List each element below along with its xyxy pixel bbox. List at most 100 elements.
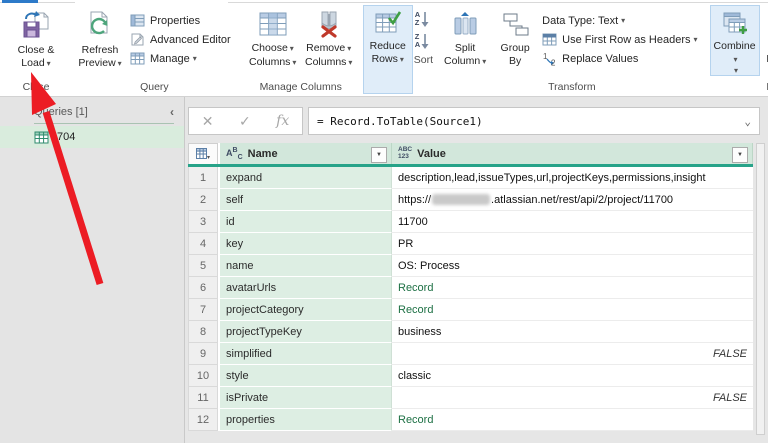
value-cell[interactable]: classic — [392, 365, 753, 387]
refresh-icon — [85, 10, 115, 40]
advanced-editor-button[interactable]: Advanced Editor — [128, 30, 237, 49]
name-cell[interactable]: self — [220, 189, 392, 211]
row-number-cell[interactable]: 7 — [188, 299, 218, 321]
reduce-rows-button[interactable]: Reduce Rows — [362, 5, 413, 94]
row-number-cell[interactable]: 6 — [188, 277, 218, 299]
row-number-cell[interactable]: 5 — [188, 255, 218, 277]
close-and-load-label-2: Load — [21, 57, 50, 69]
expand-formula-bar-icon[interactable]: ⌄ — [744, 115, 751, 128]
remove-columns-button[interactable]: Remove Columns — [301, 5, 357, 80]
column-header-name-label: Name — [247, 147, 278, 160]
row-number-cell[interactable]: 4 — [188, 233, 218, 255]
record-link[interactable]: Record — [398, 282, 433, 294]
table-row: 1 expand description,lead,issueTypes,url,p… — [188, 167, 753, 189]
properties-label: Properties — [150, 14, 201, 27]
vertical-scrollbar[interactable] — [756, 143, 765, 435]
sort-descending-button[interactable]: ZA — [415, 31, 430, 51]
choose-columns-button[interactable]: Choose Columns — [245, 5, 301, 80]
value-cell[interactable]: Record — [392, 299, 753, 321]
refresh-label-2: Preview — [78, 57, 121, 69]
first-row-headers-icon — [542, 33, 558, 46]
choose-columns-icon — [258, 10, 288, 38]
split-column-button[interactable]: Split Column — [440, 5, 490, 80]
name-cell[interactable]: avatarUrls — [220, 277, 392, 299]
column-header-value[interactable]: ABC 123 Value ▼ — [392, 143, 753, 164]
refresh-preview-button[interactable]: Refresh Preview — [72, 5, 128, 80]
sort-ascending-button[interactable]: AZ — [415, 9, 430, 29]
data-preview-table: ABC Name ▼ ABC 123 Value ▼ 1 expand descrip… — [188, 143, 753, 431]
name-cell[interactable]: simplified — [220, 343, 392, 365]
combine-label: Combine — [713, 40, 756, 52]
properties-button[interactable]: Properties — [128, 11, 237, 30]
table-select-all-button[interactable] — [188, 143, 218, 164]
value-cell[interactable]: FALSE — [392, 343, 753, 365]
data-type-label: Data Type: Text — [542, 14, 619, 27]
value-cell[interactable]: https://.atlassian.net/rest/api/2/projec… — [392, 189, 753, 211]
filter-dropdown-icon[interactable]: ▼ — [371, 147, 387, 163]
table-row: 4 key PR — [188, 233, 753, 255]
table-row: 5 name OS: Process — [188, 255, 753, 277]
name-cell[interactable]: properties — [220, 409, 392, 431]
use-first-row-as-headers-button[interactable]: Use First Row as Headers — [540, 30, 703, 49]
table-row: 7 projectCategory Record — [188, 299, 753, 321]
table-row: 10 style classic — [188, 365, 753, 387]
group-label-manage-columns: Manage Columns — [259, 81, 342, 93]
row-number-cell[interactable]: 1 — [188, 167, 218, 189]
query-list-item[interactable]: 704 — [0, 126, 184, 148]
record-link[interactable]: Record — [398, 414, 433, 426]
value-cell[interactable]: FALSE — [392, 387, 753, 409]
column-header-name[interactable]: ABC Name ▼ — [220, 143, 392, 164]
row-number-cell[interactable]: 8 — [188, 321, 218, 343]
ribbon-group-parameters: Manage Parameters Parameters — [762, 5, 768, 96]
query-name: 704 — [57, 131, 76, 143]
row-number-cell[interactable]: 10 — [188, 365, 218, 387]
name-cell[interactable]: isPrivate — [220, 387, 392, 409]
value-cell[interactable]: 11700 — [392, 211, 753, 233]
name-cell[interactable]: style — [220, 365, 392, 387]
group-by-button[interactable]: Group By — [490, 5, 540, 80]
value-cell[interactable]: description,lead,issueTypes,url,projectK… — [392, 167, 753, 189]
ribbon-group-query: Refresh Preview Properties — [68, 5, 241, 96]
commit-icon[interactable]: ✓ — [239, 113, 251, 130]
replace-values-button[interactable]: 1 2 Replace Values — [540, 49, 703, 68]
replace-values-icon: 1 2 — [542, 52, 558, 66]
file-tab-indicator[interactable] — [2, 0, 38, 3]
row-number-cell[interactable]: 12 — [188, 409, 218, 431]
ribbon: Close & Load Close — [0, 3, 768, 97]
fx-icon[interactable]: fx — [276, 113, 289, 129]
name-cell[interactable]: projectTypeKey — [220, 321, 392, 343]
name-cell[interactable]: expand — [220, 167, 392, 189]
name-cell[interactable]: key — [220, 233, 392, 255]
value-cell[interactable]: PR — [392, 233, 753, 255]
value-cell[interactable]: Record — [392, 409, 753, 431]
row-number-cell[interactable]: 9 — [188, 343, 218, 365]
group-by-label-2: By — [509, 54, 522, 67]
cancel-icon[interactable]: ✕ — [202, 113, 214, 130]
table-row: 8 projectTypeKey business — [188, 321, 753, 343]
value-cell[interactable]: OS: Process — [392, 255, 753, 277]
collapse-pane-icon[interactable]: ‹ — [170, 105, 174, 119]
formula-input[interactable]: = Record.ToTable(Source1) ⌄ — [308, 107, 760, 135]
name-cell[interactable]: projectCategory — [220, 299, 392, 321]
active-tab-gap — [75, 2, 228, 3]
ribbon-group-manage-columns: Choose Columns Remove Columns — [241, 5, 361, 96]
replace-values-label: Replace Values — [562, 52, 639, 65]
combine-button[interactable]: Combine — [709, 5, 760, 76]
power-query-editor-window: Close & Load Close — [0, 0, 768, 443]
close-and-load-label: Close & — [17, 44, 55, 56]
remove-columns-label-2: Columns — [305, 56, 352, 68]
row-number-cell[interactable]: 3 — [188, 211, 218, 233]
data-type-button[interactable]: Data Type: Text — [540, 11, 703, 30]
row-number-cell[interactable]: 2 — [188, 189, 218, 211]
name-cell[interactable]: name — [220, 255, 392, 277]
record-link[interactable]: Record — [398, 304, 433, 316]
filter-dropdown-icon[interactable]: ▼ — [732, 147, 748, 163]
first-row-headers-label: Use First Row as Headers — [562, 33, 691, 46]
name-cell[interactable]: id — [220, 211, 392, 233]
value-cell[interactable]: Record — [392, 277, 753, 299]
refresh-label: Refresh — [81, 44, 119, 56]
close-and-load-button[interactable]: Close & Load — [8, 5, 64, 80]
row-number-cell[interactable]: 11 — [188, 387, 218, 409]
value-cell[interactable]: business — [392, 321, 753, 343]
manage-button[interactable]: Manage — [128, 49, 237, 68]
